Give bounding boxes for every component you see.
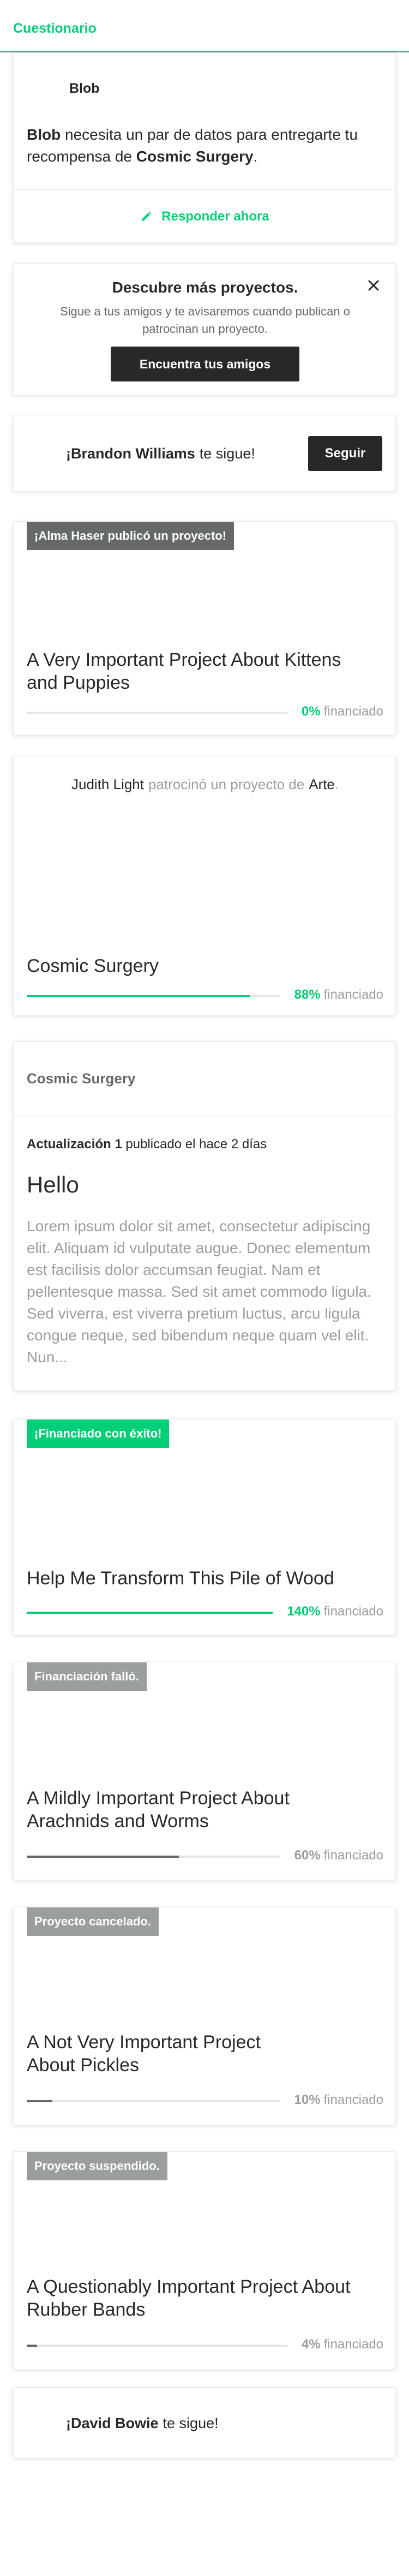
update-posted-time: publicado el hace 2 días [125,1137,267,1152]
funded-label: financiado [323,2092,383,2107]
progress-bar [27,712,287,714]
funding-percent: 0% [301,704,321,719]
survey-message-creator: Blob [27,126,61,143]
funded-label: financiado [323,1604,383,1619]
discover-projects-card: Descubre más proyectos. Sigue a tus amig… [13,263,396,395]
project-card[interactable]: Judith Light patrocinó un proyecto de Ar… [13,756,396,1016]
survey-section-header: Cuestionario [0,0,409,52]
progress-bar [27,1856,280,1858]
funding-status: 60% financiado [294,1848,383,1863]
project-card[interactable]: Proyecto suspendido. A Questionably Impo… [13,2151,396,2370]
avatar [29,2410,56,2437]
progress-row: 0% financiado [27,704,383,720]
funding-status: 10% financiado [294,2092,383,2108]
sponsor-period: . [334,776,339,792]
survey-message-project: Cosmic Surgery [136,148,254,165]
progress-row: 140% financiado [27,1604,383,1620]
follow-card: ¡David Bowie te sigue! [13,2387,396,2458]
sponsor-name[interactable]: Judith Light [71,776,144,793]
update-meta: Actualización 1 publicado el hace 2 días [27,1137,267,1152]
pencil-icon [142,211,152,221]
update-title: Hello [27,1172,79,1197]
follow-message: ¡Brandon Williams te sigue! [66,415,255,491]
funding-status: 88% financiado [294,987,383,1003]
progress-row: 60% financiado [27,1848,383,1864]
project-title[interactable]: A Mildly Important Project About Arachni… [27,1787,376,1833]
progress-bar [27,995,280,997]
project-title[interactable]: A Questionably Important Project About R… [27,2275,376,2321]
discover-subtitle: Sigue a tus amigos y te avisaremos cuand… [60,305,350,336]
survey-header-title: Cuestionario [13,21,97,36]
project-card[interactable]: Financiación falló. A Mildly Important P… [13,1662,396,1880]
project-title[interactable]: Help Me Transform This Pile of Wood [27,1567,376,1590]
sponsor-text: patrocinó un proyecto de [148,776,305,792]
update-number: Actualización 1 [27,1137,122,1152]
funded-label: financiado [323,704,383,719]
progress-fill [27,2100,52,2102]
funded-label: financiado [323,2337,383,2352]
survey-message: Blob necesita un par de datos para entre… [27,124,387,168]
follower-name[interactable]: ¡Brandon Williams [66,445,195,462]
update-project-name[interactable]: Cosmic Surgery [14,1042,395,1116]
progress-bar [27,2100,280,2102]
project-category[interactable]: Arte [309,776,335,793]
find-friends-button[interactable]: Encuentra tus amigos [111,347,299,381]
funding-percent: 10% [294,2092,321,2107]
progress-row: 10% financiado [27,2092,383,2109]
respond-now-label: Responder ahora [161,208,269,224]
project-badge: Proyecto suspendido. [27,2152,167,2180]
progress-fill [27,1612,273,1614]
progress-bar [27,1612,273,1614]
discover-title: Descubre más proyectos. [112,279,298,296]
funding-status: 140% financiado [287,1604,383,1619]
funding-status: 4% financiado [302,2337,383,2352]
avatar [27,771,54,798]
update-body: Lorem ipsum dolor sit amet, consectetur … [27,1218,371,1365]
follow-back-button[interactable]: Seguir [308,436,382,471]
follower-name[interactable]: ¡David Bowie [66,2415,159,2432]
progress-row: 88% financiado [27,987,383,1004]
activity-feed: Cuestionario Blob Blob necesita un par d… [0,0,409,2576]
project-title[interactable]: Cosmic Surgery [27,955,376,977]
follow-text: te sigue! [163,2414,219,2431]
funding-percent: 140% [287,1604,321,1619]
follow-card: ¡Brandon Williams te sigue! Seguir [13,415,396,491]
project-badge: ¡Financiado con éxito! [27,1420,170,1448]
progress-row: 4% financiado [27,2337,383,2353]
project-title[interactable]: A Very Important Project About Kittens a… [27,648,376,694]
progress-fill [27,995,250,997]
funding-status: 0% financiado [302,704,383,719]
project-card[interactable]: ¡Alma Haser publicó un proyecto! A Very … [13,521,396,735]
avatar [29,440,56,467]
funded-label: financiado [323,987,383,1002]
progress-fill [27,1856,179,1858]
funding-percent: 88% [294,987,321,1002]
funding-percent: 60% [294,1848,321,1863]
project-card[interactable]: Proyecto cancelado. A Not Very Important… [13,1907,396,2125]
progress-fill [27,2345,38,2347]
avatar [27,75,54,102]
creator-name: Blob [69,80,100,96]
funded-label: financiado [323,1848,383,1863]
respond-now-button[interactable]: Responder ahora [14,189,395,242]
survey-message-end: . [253,148,258,165]
survey-creator: Blob [27,75,100,102]
project-title[interactable]: A Not Very Important Project About Pickl… [27,2031,288,2077]
follow-text: te sigue! [199,445,255,462]
sponsor-line: Judith Light patrocinó un proyecto de Ar… [27,771,339,798]
project-update-card[interactable]: Cosmic Surgery Actualización 1 publicado… [13,1041,396,1391]
project-badge: Proyecto cancelado. [27,1907,159,1936]
project-card[interactable]: ¡Financiado con éxito! Help Me Transform… [13,1419,396,1635]
project-badge: ¡Alma Haser publicó un proyecto! [27,522,234,550]
follow-message: ¡David Bowie te sigue! [66,2388,219,2458]
project-badge: Financiación falló. [27,1662,147,1691]
survey-card: Blob Blob necesita un par de datos para … [13,52,396,243]
funding-percent: 4% [301,2337,321,2352]
progress-bar [27,2345,287,2347]
close-icon[interactable] [364,276,383,295]
